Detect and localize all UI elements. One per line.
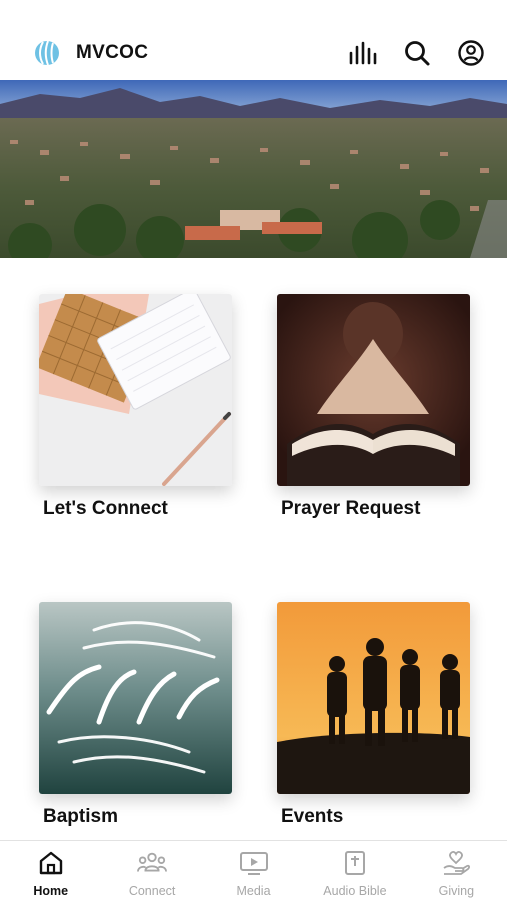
heart-hand-icon	[441, 849, 471, 877]
tab-media[interactable]: Media	[203, 841, 304, 900]
tile-label: Let's Connect	[43, 498, 168, 519]
search-icon[interactable]	[401, 37, 433, 69]
baptism-lettering-ocean-photo	[39, 602, 232, 794]
lets-connect-tile[interactable]: Let's Connect	[39, 294, 232, 520]
app-header: MVCOC	[0, 26, 507, 80]
praying-hands-bible-photo	[277, 294, 470, 486]
tile-label: Events	[281, 806, 344, 827]
notebook-pencil-photo	[39, 294, 232, 486]
audio-bars-icon[interactable]	[347, 37, 379, 69]
hero-banner	[0, 80, 507, 258]
baptism-tile[interactable]: Baptism	[39, 602, 232, 828]
tab-giving[interactable]: Giving	[406, 841, 507, 900]
status-bar	[0, 0, 507, 26]
tab-audio-bible[interactable]: Audio Bible	[304, 841, 405, 900]
app-title: MVCOC	[76, 42, 149, 63]
home-icon	[36, 849, 66, 877]
events-tile[interactable]: Events	[277, 602, 470, 828]
family-silhouette-sunset-photo	[277, 602, 470, 794]
tile-label: Baptism	[43, 806, 118, 827]
bible-icon	[340, 849, 370, 877]
tile-label: Prayer Request	[281, 498, 421, 519]
tab-home[interactable]: Home	[0, 841, 101, 900]
prayer-request-tile[interactable]: Prayer Request	[277, 294, 470, 520]
bottom-tab-bar: Home Connect Media Audio Bible Giving	[0, 840, 507, 900]
tv-play-icon	[239, 849, 269, 877]
people-icon	[137, 849, 168, 877]
tab-connect[interactable]: Connect	[101, 841, 202, 900]
globe-logo-icon	[34, 40, 60, 66]
account-circle-icon[interactable]	[455, 37, 487, 69]
